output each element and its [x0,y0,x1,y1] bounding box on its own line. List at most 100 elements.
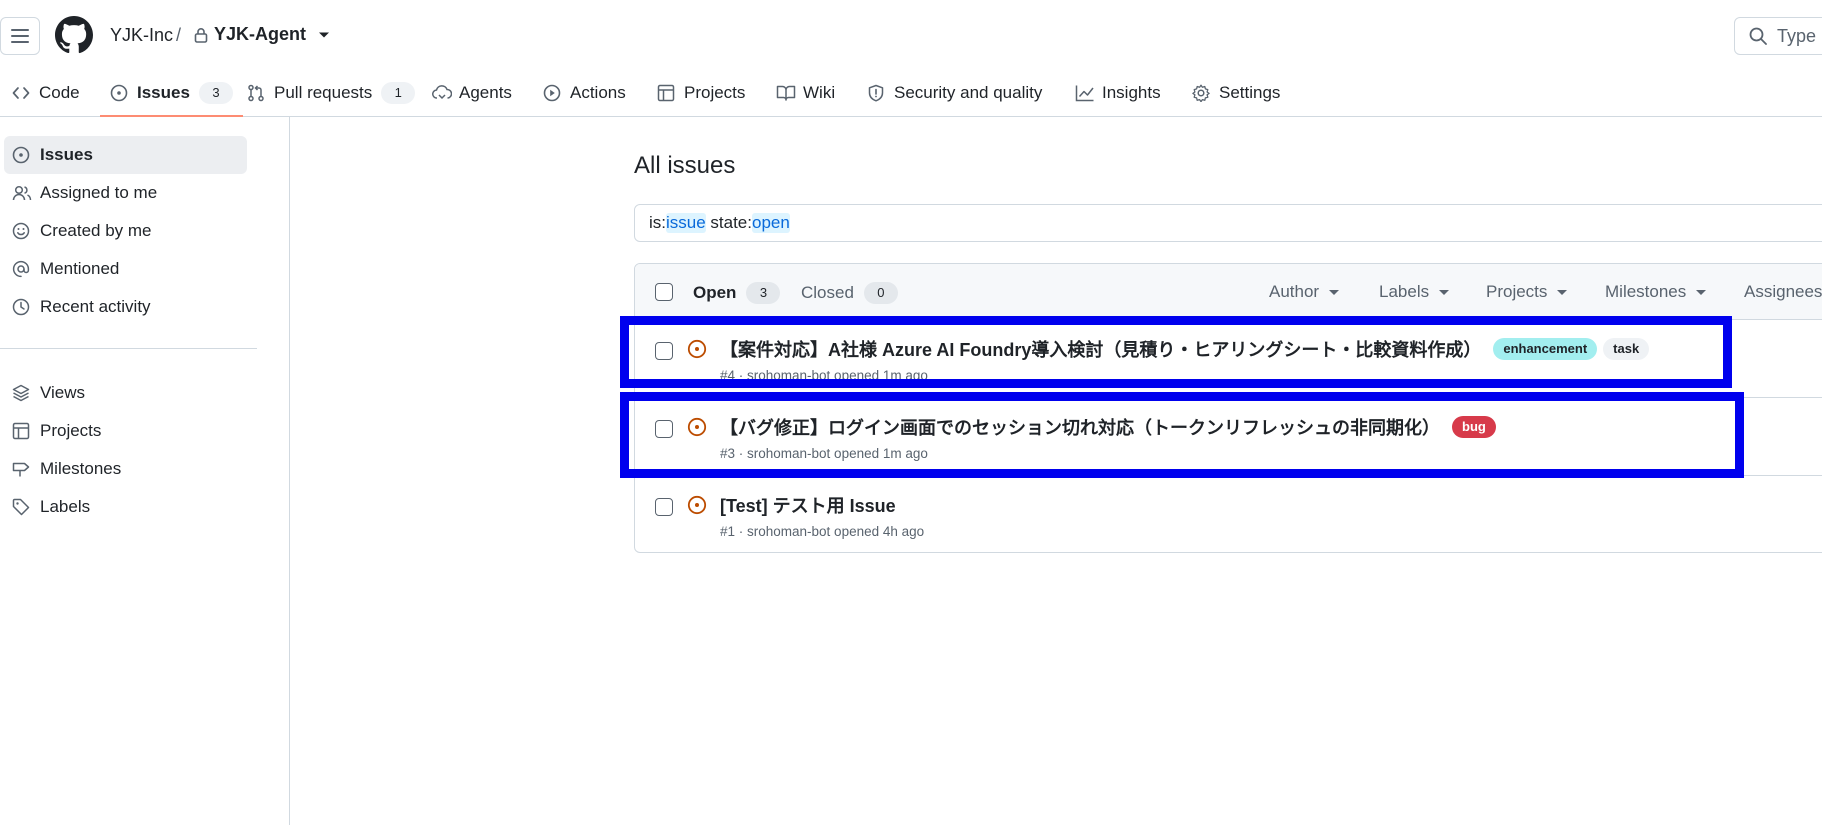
assignees-filter-label: Assignees [1744,282,1822,301]
shield-icon [867,84,885,102]
tag-icon [12,498,30,516]
repo-nav: Code Issues 3 Pull requests 1 Agents Act… [0,70,1822,117]
open-count: 3 [746,282,781,304]
sidebar-item-label: Recent activity [40,297,151,316]
issue-opened-icon [687,339,707,359]
issue-title: [Test] テスト用 Issue [720,496,896,516]
sidebar-item-assigned-to-me[interactable]: Assigned to me [4,174,247,212]
sidebar-item-created-by-me[interactable]: Created by me [4,212,247,250]
tab-insights[interactable]: Insights [1075,70,1161,116]
projects-filter[interactable]: Projects [1486,282,1568,302]
chevron-down-icon [1696,289,1707,295]
labels-filter[interactable]: Labels [1379,282,1450,302]
issue-opened-icon [687,495,707,515]
filter-key-state: state: [705,213,752,232]
sidebar-item-label: Views [40,383,86,402]
sidebar-item-recent-activity[interactable]: Recent activity [4,288,247,326]
tab-issues[interactable]: Issues 3 [100,70,243,117]
tab-projects[interactable]: Projects [657,70,745,116]
chevron-down-icon[interactable] [318,31,330,39]
tab-actions[interactable]: Actions [543,70,626,116]
github-logo-icon[interactable] [55,16,93,54]
tab-wiki[interactable]: Wiki [776,70,835,116]
label-bug[interactable]: bug [1452,416,1496,438]
author-filter[interactable]: Author [1269,282,1340,302]
tab-pull-requests[interactable]: Pull requests 1 [247,70,416,116]
tab-actions-label: Actions [570,83,626,102]
sidebar-item-label: Assigned to me [40,183,158,202]
path-separator: / [176,25,182,45]
chevron-down-icon [1439,289,1450,295]
table-icon [657,84,675,102]
filter-value-open: open [752,213,790,233]
issue-row[interactable]: 【バグ修正】ログイン画面でのセッション切れ対応（トークンリフレッシュの非同期化）… [635,398,1822,476]
agent-icon [432,84,452,102]
milestones-filter[interactable]: Milestones [1605,282,1707,302]
tab-insights-label: Insights [1102,83,1161,102]
menu-button[interactable] [0,17,40,55]
sidebar-item-label: Mentioned [40,259,120,278]
issue-row[interactable]: 【案件対応】A社様 Azure AI Foundry導入検討（見積り・ヒアリング… [635,320,1822,398]
tab-issues-label: Issues [137,83,190,102]
sidebar-item-label: Milestones [40,459,122,478]
open-tab-label: Open [693,283,737,302]
sidebar-item-views[interactable]: Views [4,374,247,412]
label-enhancement[interactable]: enhancement [1493,338,1598,360]
code-icon [12,84,30,102]
tab-security[interactable]: Security and quality [867,70,1042,116]
sidebar-item-milestones[interactable]: Milestones [4,450,247,488]
issue-opened-icon [110,84,128,102]
closed-count: 0 [863,282,898,304]
open-issues-tab[interactable]: Open 3 [693,282,781,304]
tab-projects-label: Projects [684,83,746,102]
tab-code[interactable]: Code [12,70,80,116]
pull-requests-counter: 1 [381,82,416,104]
sidebar-item-issues[interactable]: Issues [4,136,247,174]
issue-title-link[interactable]: 【案件対応】A社様 Azure AI Foundry導入検討（見積り・ヒアリング… [720,336,1650,362]
select-all-checkbox[interactable] [655,283,673,301]
search-placeholder: Type [ [1777,25,1822,46]
issue-title: 【バグ修正】ログイン画面でのセッション切れ対応（トークンリフレッシュの非同期化） [720,418,1440,438]
table-icon [12,422,30,440]
page-title: All issues [634,152,736,179]
label-task[interactable]: task [1603,338,1650,360]
closed-issues-tab[interactable]: Closed 0 [801,282,898,304]
book-icon [776,84,796,102]
issue-opened-icon [687,417,707,437]
assignees-filter[interactable]: Assignees [1744,282,1822,302]
filter-value-issue: issue [666,213,706,233]
tab-agents[interactable]: Agents [432,70,512,116]
repo-owner-link[interactable]: YJK-Inc [110,25,173,46]
lock-icon [194,27,208,43]
tab-wiki-label: Wiki [803,83,836,102]
git-pull-request-icon [247,84,265,102]
sidebar-item-labels[interactable]: Labels [4,488,247,526]
issue-filter-input[interactable]: is: issue state: open [634,204,1822,242]
issue-title-link[interactable]: [Test] テスト用 Issue [720,492,896,518]
search-icon [1749,27,1767,45]
filter-key-is: is: [649,213,666,232]
sidebar-item-projects[interactable]: Projects [4,412,247,450]
issue-checkbox[interactable] [655,342,673,360]
tab-settings[interactable]: Settings [1192,70,1280,116]
repo-name-link[interactable]: YJK-Agent [194,24,330,45]
labels-filter-label: Labels [1379,282,1430,301]
tab-code-label: Code [39,83,80,102]
sidebar-item-label: Labels [40,497,91,516]
issue-checkbox[interactable] [655,420,673,438]
stack-icon [12,384,30,402]
sidebar-item-mentioned[interactable]: Mentioned [4,250,247,288]
hamburger-icon [11,28,29,44]
play-icon [543,84,561,102]
issue-row[interactable]: [Test] テスト用 Issue #1 · srohoman-bot open… [635,476,1822,552]
issue-checkbox[interactable] [655,498,673,516]
issue-list: Open 3 Closed 0 Author Labels Projects M… [634,263,1822,553]
tab-security-label: Security and quality [894,83,1043,102]
sidebar: Issues Assigned to me Created by me Ment… [0,117,290,825]
tab-agents-label: Agents [459,83,512,102]
sidebar-item-label: Projects [40,421,102,440]
issues-counter: 3 [198,82,233,104]
search-input[interactable]: Type [ [1734,17,1822,55]
smiley-icon [12,222,30,240]
issue-title-link[interactable]: 【バグ修正】ログイン画面でのセッション切れ対応（トークンリフレッシュの非同期化）… [720,414,1496,440]
